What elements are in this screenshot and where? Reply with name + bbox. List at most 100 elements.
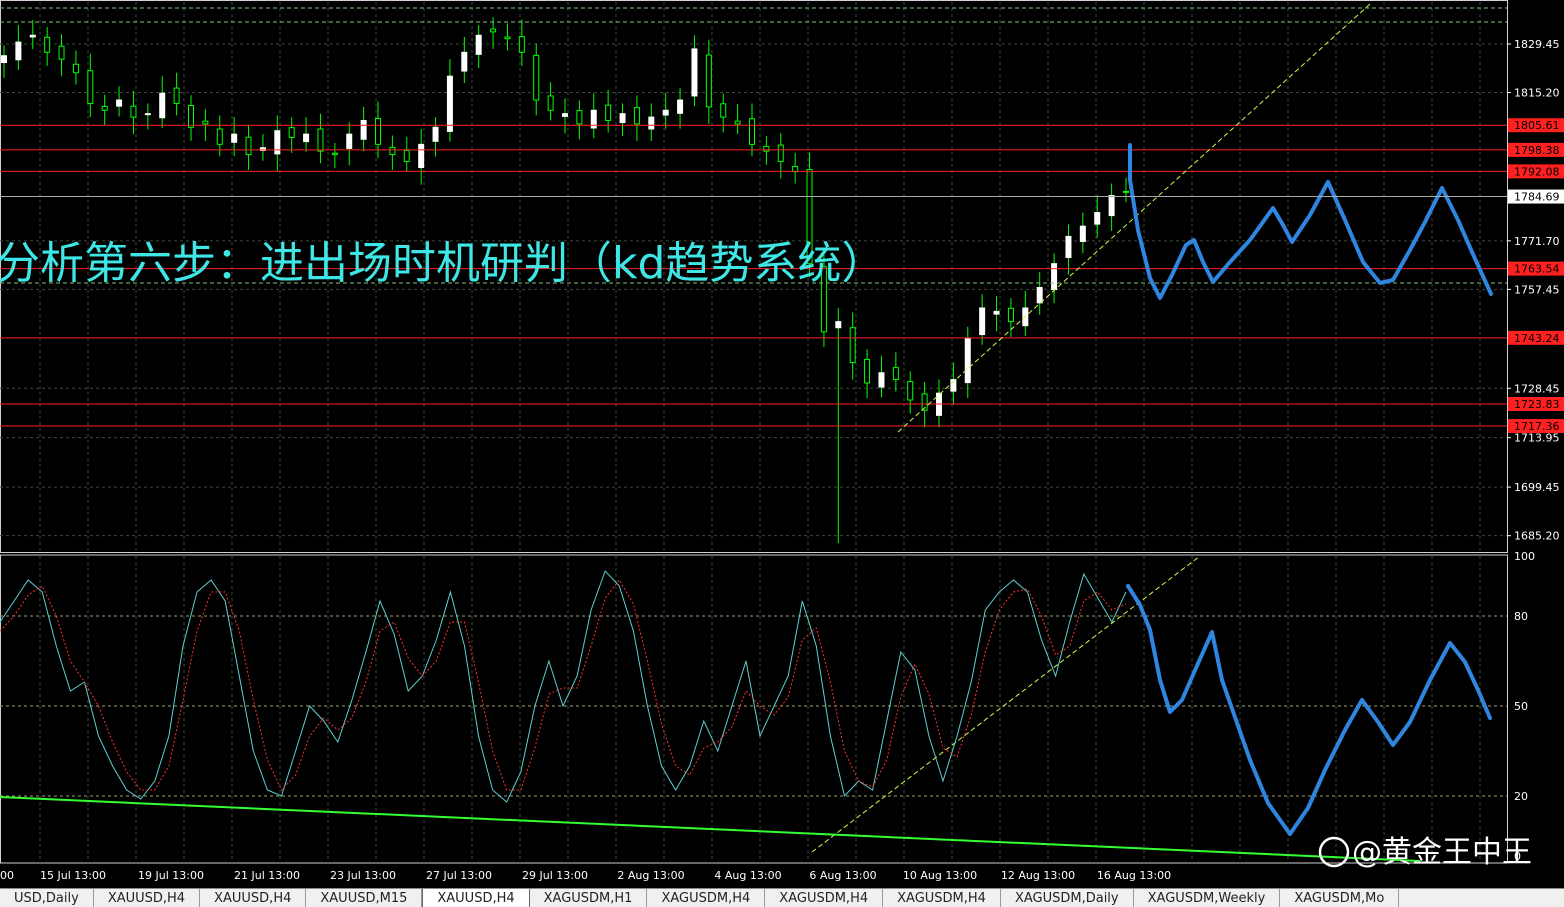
candle-body (662, 109, 669, 116)
price-tick-label: 1699.45 (1514, 481, 1560, 494)
candle-body (15, 41, 22, 61)
candle-body (403, 149, 410, 162)
candle-body (346, 133, 353, 149)
level-tag-label: 1805.61 (1514, 119, 1560, 132)
candle-body (763, 145, 770, 152)
candle-body (389, 146, 396, 156)
candle-body (849, 327, 856, 364)
candle-body (878, 372, 885, 388)
time-tick-label: 15 Jul 13:00 (40, 869, 106, 882)
candle-body (518, 36, 525, 53)
price-tick-label: 1728.45 (1514, 382, 1560, 395)
chart-tab[interactable]: XAGUSDM,Daily (1001, 889, 1134, 907)
candle-body (705, 54, 712, 108)
level-tag-label: 1763.54 (1514, 263, 1560, 276)
current-price-label: 1784.69 (1514, 191, 1560, 204)
candle-body (1065, 235, 1072, 259)
candle-body (576, 110, 583, 125)
price-tick-label: 1757.45 (1514, 283, 1560, 296)
price-tick-label: 1815.20 (1514, 87, 1560, 100)
level-tag-label: 1743.24 (1514, 332, 1560, 345)
level-tag: 1805.61 (1508, 118, 1564, 133)
chart-tab[interactable]: XAGUSDM,H4 (883, 889, 1001, 907)
candle-body (303, 133, 310, 143)
candle-body (72, 63, 79, 74)
stochastic-lines (0, 570, 1127, 803)
level-lines: 1805.61 1798.38 1792.08 1763.54 1743.24 1723.… (0, 7, 1564, 434)
candle-body (734, 120, 741, 125)
candle-body (619, 113, 626, 124)
level-tag: 1792.08 (1508, 164, 1564, 179)
candle-body (475, 34, 482, 55)
candle-body (116, 99, 123, 107)
forecast-paths (1126, 143, 1493, 836)
candle-body (101, 106, 108, 111)
candle-body (1079, 225, 1086, 243)
time-axis: 00 15 Jul 13:00 19 Jul 13:00 21 Jul 13:00 23… (0, 869, 1171, 882)
chart-tab[interactable]: XAGUSDM,Weekly (1134, 889, 1281, 907)
level-tag-label: 1723.83 (1514, 398, 1560, 411)
candle-body (892, 367, 899, 381)
chart-tab[interactable]: XAGUSDM,H4 (647, 889, 766, 907)
candle-body (648, 116, 655, 130)
candle-body (677, 99, 684, 114)
chart-tab[interactable]: XAUUSD,H4 (94, 889, 201, 907)
chart-tab[interactable]: XAUUSD,H4 (422, 889, 530, 907)
candle-body (533, 54, 540, 101)
candle-body (979, 307, 986, 336)
price-tick-label: 1771.70 (1514, 235, 1560, 248)
candle-body (202, 120, 209, 125)
candle-body (188, 104, 194, 128)
level-tag-label: 1792.08 (1514, 165, 1560, 178)
level-tag: 1743.24 (1508, 330, 1564, 345)
candle-body (605, 104, 612, 121)
chart-tab[interactable]: XAUUSD,H4 (200, 889, 307, 907)
stoch-main-line (0, 570, 1127, 803)
osc-tick-label: 100 (1514, 550, 1535, 563)
candle-body (864, 358, 871, 384)
price-tick-label: 1685.20 (1514, 530, 1560, 543)
candle-body (87, 70, 94, 104)
candle-body (907, 381, 914, 401)
candle-body (777, 144, 784, 162)
osc-long-trendline (0, 796, 1421, 862)
candle-body (1007, 307, 1014, 323)
time-tick-label: 21 Jul 13:00 (234, 869, 300, 882)
candle-body (1051, 263, 1058, 291)
level-tag-label: 1798.38 (1514, 144, 1560, 157)
chart-tab[interactable]: USD,Daily (0, 889, 94, 907)
candle-body (1, 55, 7, 64)
overlay-title: 分析第六步：进出场时机研判（kd趋势系统） (0, 238, 885, 289)
candle-body (29, 34, 36, 38)
time-tick-label: 00 (0, 869, 14, 882)
osc-pane-frame (0, 554, 1508, 864)
candle-body (835, 321, 842, 329)
price-tick-label: 1713.95 (1514, 432, 1560, 445)
trading-chart[interactable]: 1805.61 1798.38 1792.08 1763.54 1743.24 1723.… (0, 0, 1564, 888)
chart-tab[interactable]: XAGUSDM,H1 (530, 889, 648, 907)
candle-body (58, 45, 65, 60)
candle-body (130, 105, 137, 118)
candle-body (993, 310, 1000, 315)
watermark: @黄金王中王 (1318, 835, 1532, 870)
weibo-icon (1318, 836, 1350, 868)
chart-tab[interactable]: XAUUSD,M15 (306, 889, 423, 907)
chart-tab[interactable]: XAGUSDM,Mo (1280, 889, 1400, 907)
osc-axis: 1008050200 (1514, 550, 1535, 863)
chart-tab[interactable]: XAGUSDM,H4 (765, 889, 884, 907)
forecast-osc-path (1126, 584, 1492, 836)
candle-body (418, 143, 425, 169)
candle-body (720, 103, 727, 118)
chart-tabs: USD,Daily XAUUSD,H4 XAUUSD,H4 XAUUSD,M15 XAU… (0, 888, 1564, 907)
candle-body (44, 36, 51, 53)
osc-tick-label: 80 (1514, 610, 1528, 623)
osc-tick-label: 20 (1514, 790, 1528, 803)
candle-body (1094, 212, 1101, 225)
level-tag: 1723.83 (1508, 397, 1564, 412)
candle-body (144, 113, 151, 116)
time-tick-label: 29 Jul 13:00 (522, 869, 588, 882)
time-tick-label: 27 Jul 13:00 (426, 869, 492, 882)
candle-body (331, 152, 338, 156)
candle-body (749, 118, 755, 145)
time-tick-label: 19 Jul 13:00 (138, 869, 204, 882)
